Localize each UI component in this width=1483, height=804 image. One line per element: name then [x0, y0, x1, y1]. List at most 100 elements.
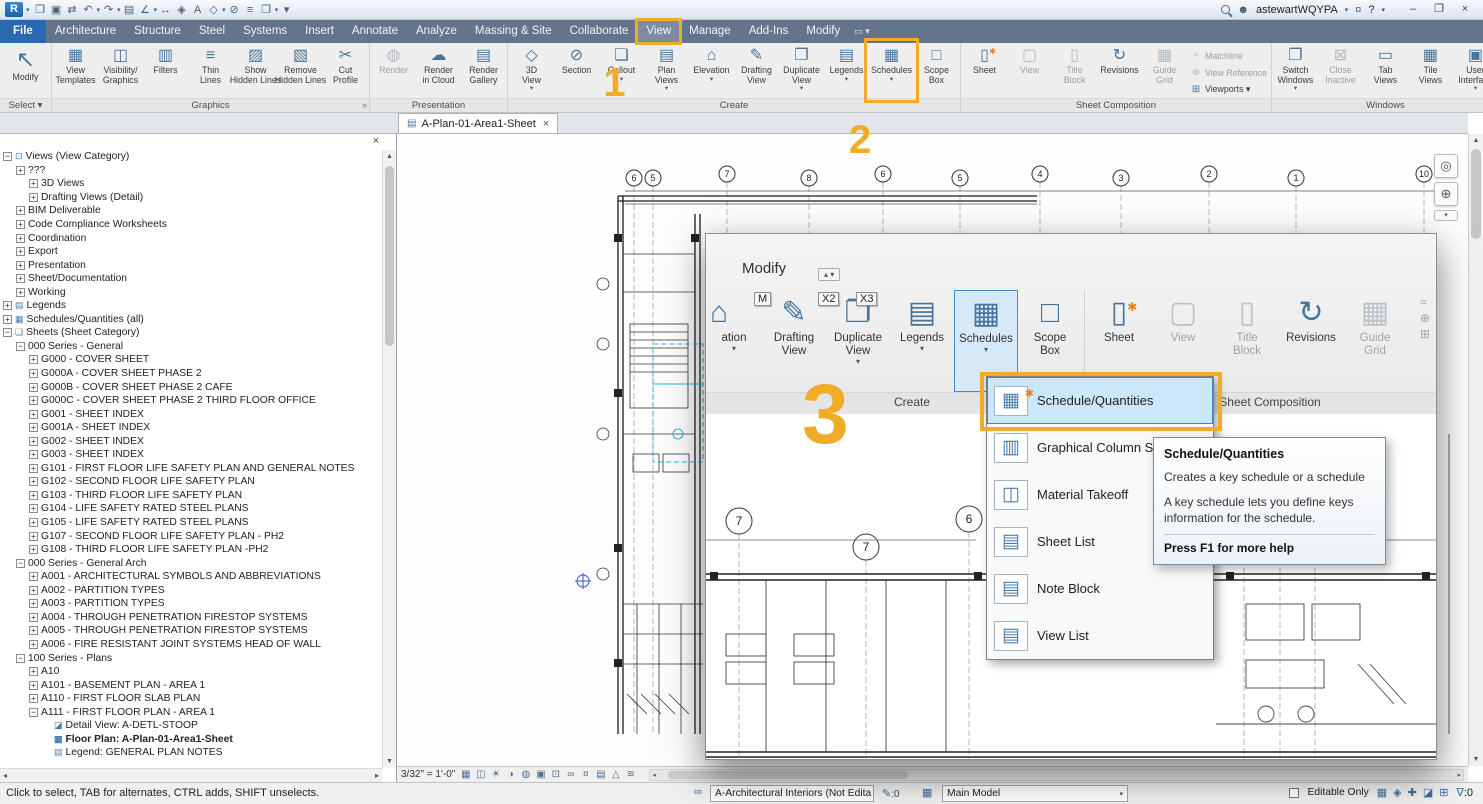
ribbon-button-cut-profile[interactable]: ✂ Cut Profile [323, 43, 368, 98]
ribbon-button-duplicate-view[interactable]: ❐ Duplicate View ▾ [779, 43, 824, 98]
project-browser-vertical-scrollbar[interactable]: ▲ ▼ [382, 150, 396, 768]
ribbon-button-sheet[interactable]: ▯ ✱ Sheet [962, 43, 1007, 98]
tree-item-working[interactable]: + Working [0, 285, 382, 299]
select-underlay-icon[interactable]: ◈ [1393, 786, 1401, 799]
tag-by-category-icon[interactable]: ◈ [174, 2, 189, 18]
menu-item-schedule-quantities[interactable]: ▦ ✱ Schedule/Quantities [987, 377, 1213, 424]
expand-icon[interactable]: + [16, 274, 25, 284]
aligned-dimension-icon[interactable]: ↔ [158, 2, 173, 18]
redo-dropdown-arrow-icon[interactable]: ▾ [117, 6, 121, 14]
shadows-icon[interactable]: ◑ [504, 769, 517, 780]
tree-item-g000a-cover-sheet-phase-2[interactable]: + G000A - COVER SHEET PHASE 2 [0, 367, 382, 381]
ribbon-button-matchline[interactable]: ≈ Matchline [1187, 47, 1270, 64]
tree-item-a002-partition-types[interactable]: + A002 - PARTITION TYPES [0, 584, 382, 598]
ribbon-button-filters[interactable]: ▥ Filters [143, 43, 188, 98]
expand-icon[interactable]: + [29, 382, 38, 392]
ribbon-button-visibility-graphics[interactable]: ◫ Visibility/Graphics [98, 43, 143, 98]
minimize-button[interactable]: – [1400, 2, 1426, 18]
expand-icon[interactable]: + [3, 315, 12, 324]
thin-lines-icon[interactable]: ≡ [243, 2, 258, 18]
expand-icon[interactable]: + [16, 247, 25, 257]
ribbon-button-view-reference[interactable]: ⊕ View Reference [1187, 64, 1270, 81]
tree-item-schedules-quantities-all[interactable]: + ▦ Schedules/Quantities (all) [0, 313, 382, 327]
expand-icon[interactable]: + [29, 423, 38, 433]
menu-item-view-list[interactable]: ▤ View List [987, 612, 1213, 659]
tree-item-g101-first-floor-life-safety-plan-and-general-notes[interactable]: + G101 - FIRST FLOOR LIFE SAFETY PLAN AND… [0, 462, 382, 476]
ribbon-button-thin-lines[interactable]: ≡ Thin Lines [188, 43, 233, 98]
tree-item-g105-life-safety-rated-steel-plans[interactable]: + G105 - LIFE SAFETY RATED STEEL PLANS [0, 516, 382, 530]
filter-icon[interactable]: ∇ [1456, 787, 1463, 799]
default-3d-view-dropdown-arrow-icon[interactable]: ▾ [222, 6, 226, 14]
ribbon-button-legends[interactable]: ▤ Legends ▾ [824, 43, 869, 98]
view-scale-button[interactable]: 3/32" = 1'-0" [401, 769, 455, 780]
expand-icon[interactable]: + [29, 640, 38, 649]
tab-steel[interactable]: Steel [190, 20, 234, 43]
tree-item-000-series-general-arch[interactable]: −000 Series - General Arch [0, 556, 382, 570]
save-icon[interactable]: ▣ [49, 2, 64, 18]
sync-with-central-icon[interactable]: ⇄ [65, 2, 80, 18]
expand-icon[interactable]: + [29, 409, 38, 419]
rendering-dialog-icon[interactable]: ◍ [519, 769, 532, 780]
tree-item-coordination[interactable]: + Coordination [0, 231, 382, 245]
ribbon-button-revisions[interactable]: ↻ Revisions [1097, 43, 1142, 98]
tree-item-g003-sheet-index[interactable]: + G003 - SHEET INDEX [0, 448, 382, 462]
switch-windows-dropdown-arrow-icon[interactable]: ▾ [275, 6, 279, 14]
expand-icon[interactable]: + [29, 572, 38, 582]
overlay-button-legends[interactable]: ▤ Legends ▾ [890, 290, 954, 392]
tree-item-3d-views[interactable]: +3D Views [0, 177, 382, 191]
scroll-right-icon[interactable]: ▸ [375, 771, 379, 780]
print-icon[interactable]: ▤ [122, 2, 137, 18]
tree-item-a001-architectural-symbols-and-abbreviations[interactable]: + A001 - ARCHITECTURAL SYMBOLS AND ABBREV… [0, 570, 382, 584]
redo-icon[interactable]: ↷ [101, 2, 116, 18]
expand-icon[interactable]: + [29, 504, 38, 514]
expand-icon[interactable]: + [29, 491, 38, 500]
expand-icon[interactable]: + [29, 518, 38, 528]
tab-massing-site[interactable]: Massing & Site [466, 20, 561, 43]
crop-view-icon[interactable]: ▣ [534, 769, 547, 780]
tree-item-a10[interactable]: + A10 [0, 665, 382, 679]
select-by-face-icon[interactable]: ◪ [1423, 786, 1433, 799]
tree-item-g102-second-floor-life-safety-plan[interactable]: + G102 - SECOND FLOOR LIFE SAFETY PLAN [0, 475, 382, 489]
tab-modify[interactable]: Modify [797, 20, 849, 43]
scroll-right-icon[interactable]: ▸ [1457, 771, 1461, 779]
expand-icon[interactable]: + [16, 206, 25, 216]
expand-icon[interactable]: + [29, 694, 38, 704]
expand-icon[interactable]: + [29, 179, 38, 189]
ribbon-display-toggle-icon[interactable]: ▭ ▾ [854, 20, 870, 43]
tab-manage[interactable]: Manage [680, 20, 740, 43]
navigation-bar-options-icon[interactable]: ▾ [1434, 210, 1458, 221]
ribbon-collapse-control[interactable]: ▴ ▾ [818, 268, 841, 281]
scroll-up-icon[interactable]: ▲ [383, 150, 396, 163]
select-links-icon[interactable]: ▦ [1377, 786, 1387, 799]
tree-item-sheets-sheet-category[interactable]: − ❏ Sheets (Sheet Category) [0, 326, 382, 340]
expand-icon[interactable]: + [29, 586, 38, 595]
worksharing-display-icon[interactable]: ≋ [624, 769, 637, 780]
tree-item-g104-life-safety-rated-steel-plans[interactable]: + G104 - LIFE SAFETY RATED STEEL PLANS [0, 502, 382, 516]
ribbon-button-tile-views[interactable]: ▦ Tile Views [1408, 43, 1453, 98]
undo-icon[interactable]: ↶ [81, 2, 96, 18]
ribbon-button-3d-view[interactable]: ◇ 3D View ▾ [509, 43, 554, 98]
tree-item-g000b-cover-sheet-phase-2-cafe[interactable]: + G000B - COVER SHEET PHASE 2 CAFE [0, 380, 382, 394]
ribbon-button-elevation[interactable]: ⌂ Elevation ▾ [689, 43, 734, 98]
tree-item-code-compliance-worksheets[interactable]: + Code Compliance Worksheets [0, 218, 382, 232]
close-project-browser-button[interactable]: × [369, 135, 383, 147]
ribbon-button-modify[interactable]: ↖ Modify [1, 43, 50, 98]
tree-item-legend-general-plan-notes[interactable]: ▤ Legend: GENERAL PLAN NOTES [0, 746, 382, 760]
ribbon-button-switch-windows[interactable]: ❐ Switch Windows ▾ [1273, 43, 1318, 98]
restore-button[interactable]: ❐ [1426, 2, 1452, 18]
project-browser-horizontal-scrollbar[interactable]: ◂ ▸ [0, 768, 382, 782]
tree-item-g103-third-floor-life-safety-plan[interactable]: + G103 - THIRD FLOOR LIFE SAFETY PLAN [0, 489, 382, 503]
tree-item-presentation[interactable]: + Presentation [0, 258, 382, 272]
tree-item-item[interactable]: +??? [0, 164, 382, 178]
zoom-icon[interactable]: ⊕ [1434, 182, 1458, 206]
tree-item-g107-second-floor-life-safety-plan-ph2[interactable]: + G107 - SECOND FLOOR LIFE SAFETY PLAN - … [0, 529, 382, 543]
sun-path-icon[interactable]: ☀ [489, 769, 502, 780]
tree-item-a005-through-penetration-firestop-systems[interactable]: + A005 - THROUGH PENETRATION FIRESTOP SYS… [0, 624, 382, 638]
ribbon-button-callout[interactable]: ❏ Callout ▾ [599, 43, 644, 98]
expand-icon[interactable]: + [16, 166, 25, 175]
collapse-icon[interactable]: − [3, 328, 12, 338]
tree-item-bim-deliverable[interactable]: + BIM Deliverable [0, 204, 382, 218]
app-store-icon[interactable]: ¤ [1355, 4, 1361, 16]
help-button[interactable]: ? [1368, 4, 1374, 16]
ribbon-button-tab-views[interactable]: ▭ Tab Views [1363, 43, 1408, 98]
